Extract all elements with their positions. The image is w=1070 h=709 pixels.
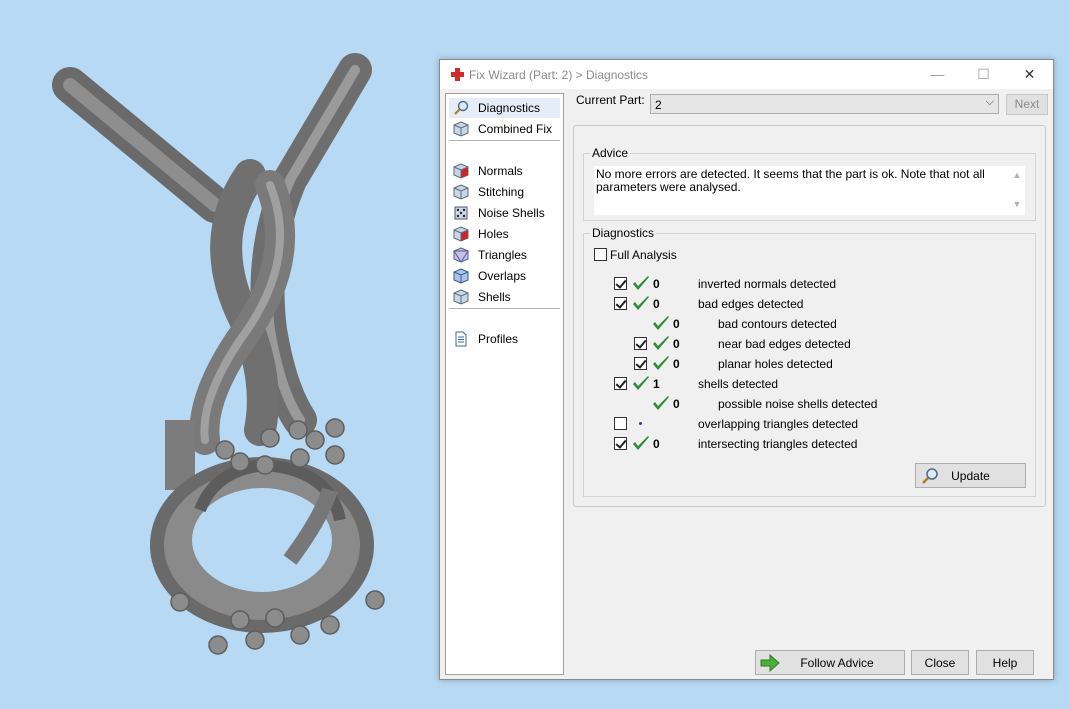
sidebar-divider xyxy=(449,308,560,309)
sidebar-item-diagnostics[interactable]: Diagnostics xyxy=(449,98,560,118)
triangle-cube-icon xyxy=(453,247,469,263)
cube-icon xyxy=(453,184,469,200)
diagnostic-checkbox[interactable] xyxy=(634,357,647,370)
green-checkmark-icon xyxy=(652,315,670,332)
cube-blue-icon xyxy=(453,268,469,284)
advice-group-title: Advice xyxy=(590,146,631,160)
diagnostic-count: 0 xyxy=(673,317,680,331)
diagnostic-count: 0 xyxy=(653,277,660,291)
wizard-navigation-sidebar: Diagnostics Combined Fix Normals Stitching N… xyxy=(445,93,564,675)
sidebar-item-label: Profiles xyxy=(478,332,519,346)
cube-red-icon xyxy=(453,226,469,242)
diagnostic-checkbox[interactable] xyxy=(614,277,627,290)
sidebar-item-holes[interactable]: Holes xyxy=(449,224,560,244)
scroll-up-arrow-icon[interactable]: ▲ xyxy=(1011,170,1023,182)
sidebar-item-shells[interactable]: Shells xyxy=(449,287,560,307)
sidebar-item-label: Noise Shells xyxy=(478,206,545,220)
diagnostic-count: 0 xyxy=(673,397,680,411)
sidebar-item-triangles[interactable]: Triangles xyxy=(449,245,560,265)
cube-icon xyxy=(453,121,469,137)
green-checkmark-icon xyxy=(632,375,650,392)
red-cross-icon xyxy=(451,68,464,81)
sidebar-item-combined-fix[interactable]: Combined Fix xyxy=(449,119,560,139)
close-button[interactable]: Close xyxy=(911,650,969,675)
next-button[interactable]: Next xyxy=(1006,94,1048,115)
title-bar[interactable]: Fix Wizard (Part: 2) > Diagnostics — ☐ ✕ xyxy=(440,60,1053,89)
advice-textbox[interactable]: No more errors are detected. It seems th… xyxy=(594,166,1025,215)
diagnostic-label: bad contours detected xyxy=(718,317,837,331)
diagnostic-label: inverted normals detected xyxy=(698,277,837,291)
diagnostic-checkbox[interactable] xyxy=(614,297,627,310)
chevron-down-icon: ⌵ xyxy=(985,96,994,108)
sidebar-item-label: Diagnostics xyxy=(478,101,541,115)
green-checkmark-icon xyxy=(652,355,670,372)
current-part-value: 2 xyxy=(655,98,662,112)
fix-wizard-window: Fix Wizard (Part: 2) > Diagnostics — ☐ ✕… xyxy=(439,59,1054,680)
ring-model-render xyxy=(52,53,385,655)
full-analysis-label: Full Analysis xyxy=(610,248,677,262)
help-button[interactable]: Help xyxy=(976,650,1034,675)
current-part-label: Current Part: xyxy=(576,93,645,107)
diagnostic-checkbox[interactable] xyxy=(614,417,627,430)
close-label: Close xyxy=(924,656,956,670)
advice-group: Advice No more errors are detected. It s… xyxy=(583,146,1036,221)
green-checkmark-icon xyxy=(632,435,650,452)
diagnostic-count: 0 xyxy=(673,357,680,371)
diagnostic-checkbox[interactable] xyxy=(614,377,627,390)
diagnostic-label: planar holes detected xyxy=(718,357,833,371)
diagnostic-label: intersecting triangles detected xyxy=(698,437,858,451)
follow-advice-button[interactable]: Follow Advice xyxy=(755,650,905,675)
diagnostic-checkbox[interactable] xyxy=(634,337,647,350)
follow-advice-label: Follow Advice xyxy=(800,656,874,670)
cube-red-icon xyxy=(453,163,469,179)
green-checkmark-icon xyxy=(652,395,670,412)
close-window-button[interactable]: ✕ xyxy=(1007,60,1052,89)
help-label: Help xyxy=(992,656,1018,670)
sidebar-item-label: Normals xyxy=(478,164,523,178)
magnifier-icon xyxy=(454,100,469,115)
diagnostic-label: shells detected xyxy=(698,377,779,391)
full-analysis-checkbox[interactable] xyxy=(594,248,607,261)
minimize-button[interactable]: — xyxy=(915,60,960,89)
diagnostic-count: 0 xyxy=(653,437,660,451)
sidebar-divider xyxy=(449,140,560,141)
diagnostics-group-title: Diagnostics xyxy=(590,226,657,240)
green-checkmark-icon xyxy=(652,335,670,352)
diagnostic-checkbox[interactable] xyxy=(614,437,627,450)
green-checkmark-icon xyxy=(632,275,650,292)
sidebar-item-stitching[interactable]: Stitching xyxy=(449,182,560,202)
document-icon xyxy=(455,331,467,347)
status-dot-icon xyxy=(639,422,642,425)
diagnostics-panel: Advice No more errors are detected. It s… xyxy=(573,125,1046,507)
3d-viewport[interactable] xyxy=(0,0,440,706)
maximize-button[interactable]: ☐ xyxy=(961,60,1006,89)
scroll-down-arrow-icon[interactable]: ▼ xyxy=(1011,199,1023,211)
diagnostic-label: near bad edges detected xyxy=(718,337,851,351)
update-button[interactable]: Update xyxy=(915,463,1026,488)
diagnostic-count: 0 xyxy=(673,337,680,351)
window-title: Fix Wizard (Part: 2) > Diagnostics xyxy=(469,68,649,82)
diagnostics-group: Diagnostics Full Analysis Update 0 invert… xyxy=(583,226,1036,497)
sidebar-item-label: Holes xyxy=(478,227,509,241)
advice-text: No more errors are detected. It seems th… xyxy=(596,167,985,194)
diagnostic-count: 0 xyxy=(653,297,660,311)
current-part-select[interactable]: 2 ⌵ xyxy=(650,94,999,114)
diagnostic-label: possible noise shells detected xyxy=(718,397,878,411)
sidebar-item-noise-shells[interactable]: Noise Shells xyxy=(449,203,560,223)
sidebar-item-normals[interactable]: Normals xyxy=(449,161,560,181)
dice-icon xyxy=(454,206,468,220)
sidebar-item-profiles[interactable]: Profiles xyxy=(449,329,560,349)
diagnostic-count: 1 xyxy=(653,377,660,391)
sidebar-item-label: Stitching xyxy=(478,185,525,199)
update-label: Update xyxy=(951,469,990,483)
sidebar-item-label: Combined Fix xyxy=(478,122,553,136)
diagnostic-label: overlapping triangles detected xyxy=(698,417,859,431)
diagnostic-label: bad edges detected xyxy=(698,297,804,311)
sidebar-item-label: Shells xyxy=(478,290,511,304)
sidebar-item-overlaps[interactable]: Overlaps xyxy=(449,266,560,286)
green-checkmark-icon xyxy=(632,295,650,312)
cube-icon xyxy=(453,289,469,305)
sidebar-item-label: Triangles xyxy=(478,248,527,262)
sidebar-item-label: Overlaps xyxy=(478,269,527,283)
